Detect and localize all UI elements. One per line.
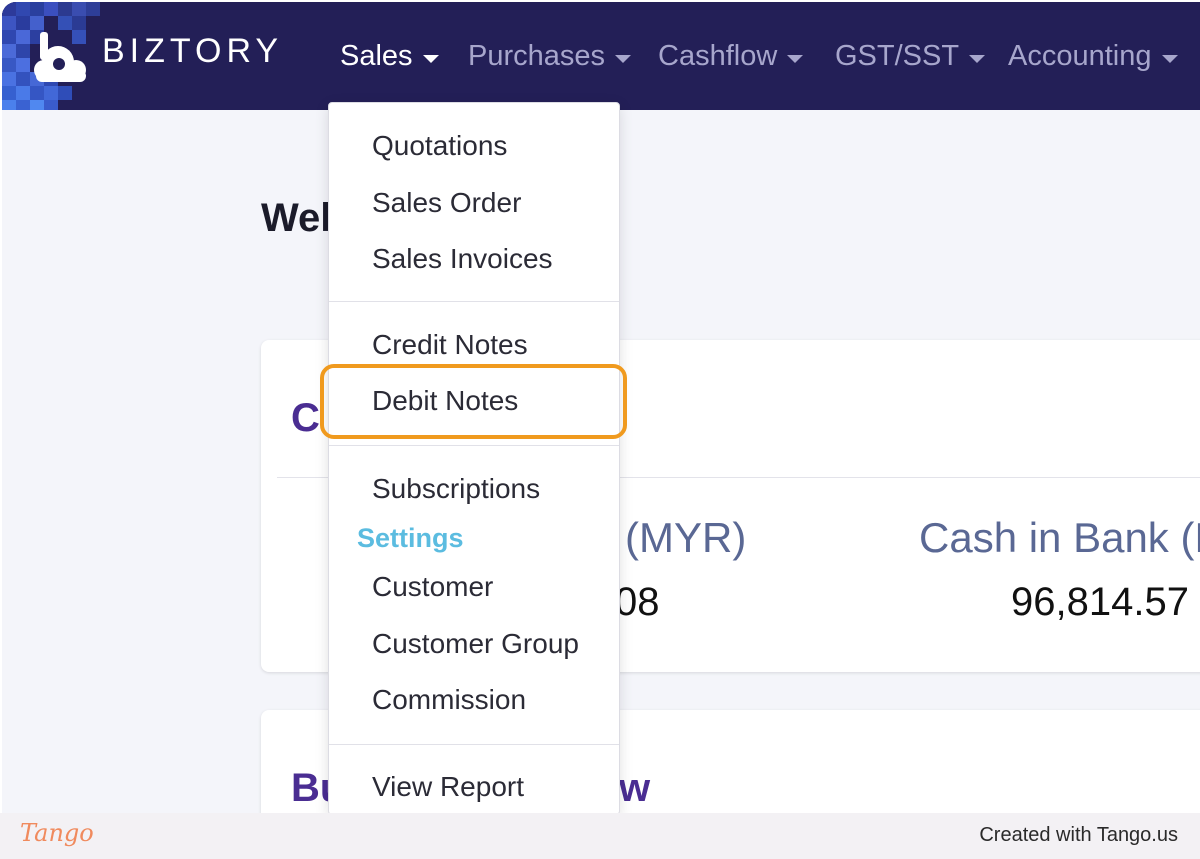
app-window: BIZTORY Sales Purchases Cashflow GST/SST… bbox=[2, 2, 1200, 813]
menu-item-credit-notes[interactable]: Credit Notes bbox=[372, 329, 528, 361]
nav-accounting[interactable]: Accounting bbox=[1008, 40, 1178, 73]
nav-purchases-label: Purchases bbox=[468, 40, 606, 72]
tango-logo[interactable]: Tango bbox=[20, 819, 94, 847]
summary-card-title: C bbox=[291, 396, 320, 440]
chevron-down-icon bbox=[787, 54, 804, 63]
nav-gst-sst[interactable]: GST/SST bbox=[835, 40, 986, 73]
chevron-down-icon bbox=[1161, 54, 1178, 63]
tango-footer: Tango Created with Tango.us bbox=[0, 813, 1200, 859]
top-navbar: BIZTORY Sales Purchases Cashflow GST/SST… bbox=[2, 2, 1200, 110]
menu-item-customer[interactable]: Customer bbox=[372, 571, 493, 603]
menu-item-view-report[interactable]: View Report bbox=[372, 771, 524, 803]
menu-item-customer-group[interactable]: Customer Group bbox=[372, 628, 579, 660]
nav-cashflow-label: Cashflow bbox=[658, 40, 778, 72]
nav-sales-label: Sales bbox=[340, 40, 413, 72]
sales-dropdown-menu: Quotations Sales Order Sales Invoices Cr… bbox=[328, 102, 620, 813]
nav-purchases[interactable]: Purchases bbox=[468, 40, 632, 73]
menu-item-subscriptions[interactable]: Subscriptions bbox=[372, 473, 540, 505]
menu-divider bbox=[329, 445, 619, 446]
menu-item-sales-order[interactable]: Sales Order bbox=[372, 187, 521, 219]
menu-item-commission[interactable]: Commission bbox=[372, 684, 526, 716]
tango-credit[interactable]: Created with Tango.us bbox=[979, 824, 1178, 847]
stat-label: (MYR) bbox=[625, 514, 747, 561]
menu-divider bbox=[329, 301, 619, 302]
menu-divider bbox=[329, 744, 619, 745]
biztory-logo-icon[interactable] bbox=[32, 30, 92, 84]
nav-cashflow[interactable]: Cashflow bbox=[658, 40, 804, 73]
stat-value: 08 bbox=[615, 580, 660, 624]
menu-item-sales-invoices[interactable]: Sales Invoices bbox=[372, 243, 553, 275]
nav-sales[interactable]: Sales bbox=[340, 40, 439, 73]
menu-item-quotations[interactable]: Quotations bbox=[372, 130, 507, 162]
menu-section-settings: Settings bbox=[357, 523, 464, 553]
menu-item-debit-notes[interactable]: Debit Notes bbox=[372, 385, 518, 417]
business-overview-title-end: w bbox=[619, 766, 651, 810]
nav-gst-sst-label: GST/SST bbox=[835, 40, 960, 72]
cash-in-bank-value: 96,814.57 bbox=[1011, 580, 1189, 624]
chevron-down-icon bbox=[615, 54, 632, 63]
chevron-down-icon bbox=[422, 54, 439, 63]
nav-accounting-label: Accounting bbox=[1008, 40, 1152, 72]
chevron-down-icon bbox=[969, 54, 986, 63]
brand-name[interactable]: BIZTORY bbox=[102, 32, 283, 71]
cash-in-bank-label: Cash in Bank (M bbox=[919, 514, 1200, 561]
welcome-heading: Wel bbox=[261, 196, 332, 240]
